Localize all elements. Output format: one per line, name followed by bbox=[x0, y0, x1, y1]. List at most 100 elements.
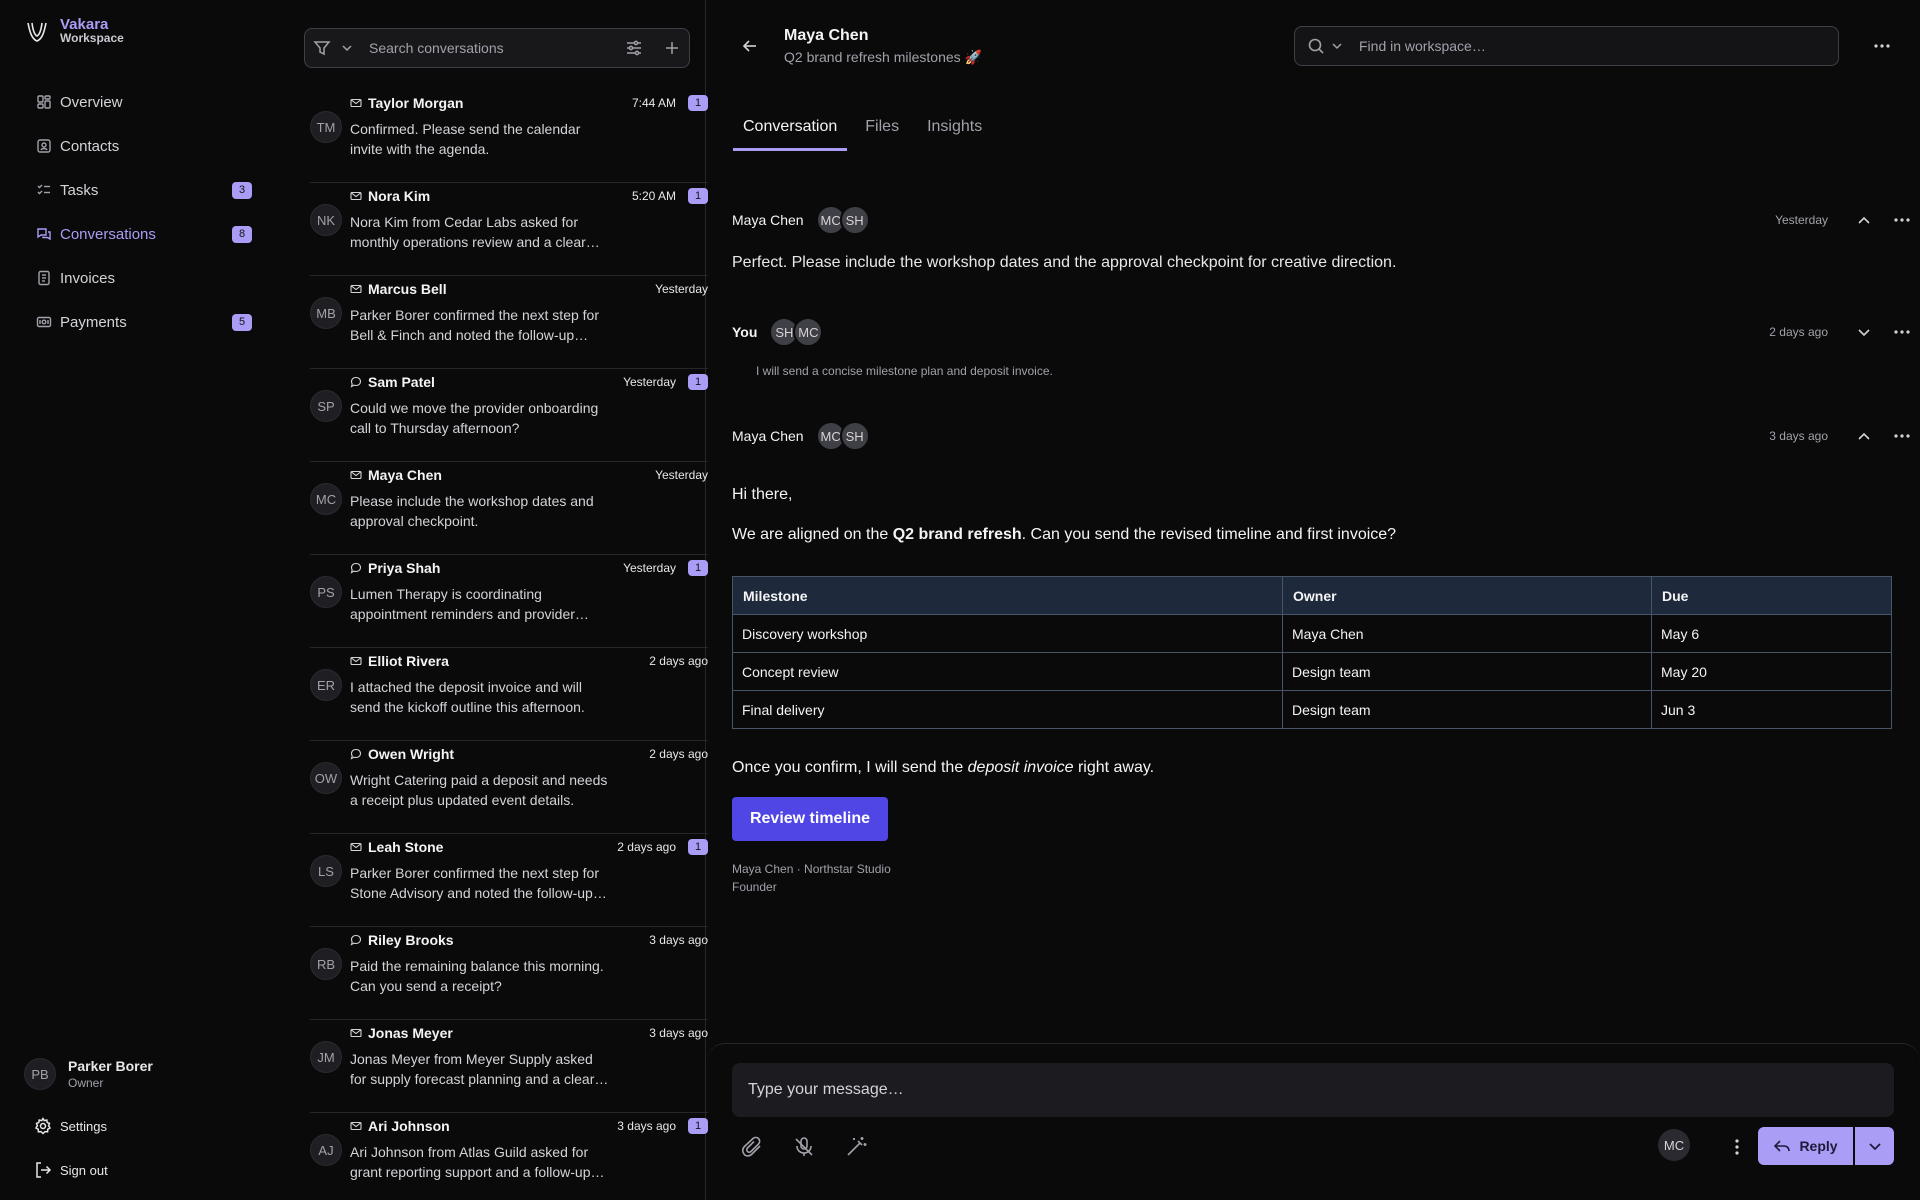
reply-options-button[interactable] bbox=[1855, 1127, 1894, 1165]
mic-off-icon[interactable] bbox=[792, 1135, 816, 1159]
message-text: Perfect. Please include the workshop dat… bbox=[732, 254, 1397, 271]
list-item[interactable]: RB Riley Brooks 3 days ago Paid the remaini… bbox=[310, 927, 708, 1020]
tasks-count-badge: 3 bbox=[232, 181, 252, 199]
thread-body: Sam Patel Yesterday 1 Could we move the pro… bbox=[350, 374, 708, 461]
sidebar-item-label: Invoices bbox=[60, 269, 116, 287]
sidebar-item-contacts[interactable]: Contacts bbox=[26, 124, 256, 168]
sidebar-item-overview[interactable]: Overview bbox=[26, 80, 256, 124]
thread-header: Riley Brooks 3 days ago bbox=[350, 932, 708, 948]
sidebar: Vakara Workspace Overview Contacts Tasks… bbox=[0, 0, 286, 1200]
sidebar-item-conversations[interactable]: Conversations 8 bbox=[26, 212, 256, 256]
chevron-down-icon[interactable] bbox=[341, 39, 353, 57]
user-role: Owner bbox=[68, 1076, 104, 1090]
more-options-icon[interactable] bbox=[1892, 322, 1912, 342]
table-header: Milestone bbox=[732, 576, 1283, 615]
magic-wand-icon[interactable] bbox=[844, 1135, 868, 1159]
more-options-icon[interactable] bbox=[1892, 210, 1912, 230]
avatar: OW bbox=[310, 762, 342, 794]
sidebar-item-payments[interactable]: Payments 5 bbox=[26, 300, 256, 344]
search-icon[interactable] bbox=[1307, 37, 1325, 55]
thread-preview: Lumen Therapy is coordinating appointmen… bbox=[350, 586, 575, 622]
more-options-icon[interactable] bbox=[1892, 426, 1912, 446]
participant-avatar: SH bbox=[839, 205, 870, 235]
thread-preview: Nora Kim from Cedar Labs asked for month… bbox=[350, 214, 586, 250]
sidebar-item-tasks[interactable]: Tasks 3 bbox=[26, 168, 256, 212]
list-item[interactable]: LS Leah Stone 2 days ago 1 Parker Borer conf… bbox=[310, 834, 708, 927]
sidebar-item-invoices[interactable]: Invoices bbox=[26, 256, 256, 300]
review-timeline-button[interactable]: Review timeline bbox=[732, 797, 888, 841]
sidebar-nav: Overview Contacts Tasks 3 Conversations … bbox=[26, 80, 256, 344]
more-options-icon[interactable] bbox=[1872, 36, 1892, 56]
paperclip-icon[interactable] bbox=[740, 1135, 764, 1159]
conversation-search-input[interactable] bbox=[369, 40, 619, 56]
list-item[interactable]: ER Elliot Rivera 2 days ago I attached the … bbox=[310, 648, 708, 741]
chevron-up-icon[interactable] bbox=[1854, 210, 1874, 230]
chevron-up-icon[interactable] bbox=[1854, 426, 1874, 446]
list-item[interactable]: PS Priya Shah Yesterday 1 Lumen Therapy is c… bbox=[310, 555, 708, 648]
list-item[interactable]: JM Jonas Meyer 3 days ago Jonas Meyer from … bbox=[310, 1020, 708, 1113]
more-vertical-icon[interactable] bbox=[1727, 1137, 1747, 1157]
list-item[interactable]: OW Owen Wright 2 days ago Wright Catering p… bbox=[310, 741, 708, 834]
list-item[interactable]: AJ Ari Johnson 3 days ago 1 Ari Johnson from… bbox=[310, 1113, 708, 1200]
avatar: LS bbox=[310, 855, 342, 887]
thread-body: Maya Chen Yesterday Please include the wor… bbox=[350, 467, 708, 554]
email-paragraph: We are aligned on the Q2 brand refresh. … bbox=[732, 526, 1397, 543]
avatar: AJ bbox=[310, 1134, 342, 1166]
thread-body: Leah Stone 2 days ago 1 Parker Borer confir… bbox=[350, 839, 708, 926]
list-item[interactable]: MB Marcus Bell Yesterday Parker Borer confi… bbox=[310, 276, 708, 369]
workspace-search-input[interactable] bbox=[1359, 38, 1826, 54]
composer: MC Reply bbox=[707, 1043, 1920, 1200]
list-item[interactable]: NK Nora Kim 5:20 AM 1 Nora Kim from Cedar La… bbox=[310, 183, 708, 276]
envelope-icon bbox=[350, 655, 362, 667]
list-item[interactable]: SP Sam Patel Yesterday 1 Could we move the p… bbox=[310, 369, 708, 462]
composer-avatar[interactable]: MC bbox=[1658, 1129, 1690, 1161]
contacts-icon bbox=[36, 138, 52, 154]
sign-out-link[interactable]: Sign out bbox=[34, 1161, 108, 1179]
plus-icon[interactable] bbox=[663, 39, 681, 57]
thread-preview: Jonas Meyer from Meyer Supply asked for … bbox=[350, 1051, 595, 1087]
conversation-title: Maya Chen bbox=[784, 27, 869, 44]
thread-sender: Riley Brooks bbox=[368, 932, 454, 948]
table-row: Discovery workshop Maya Chen May 6 bbox=[732, 614, 1892, 653]
settings-link[interactable]: Settings bbox=[34, 1117, 107, 1135]
avatar: MB bbox=[310, 297, 342, 329]
avatar: MC bbox=[310, 483, 342, 515]
thread-time: 3 days ago bbox=[649, 933, 708, 947]
tab-conversation[interactable]: Conversation bbox=[733, 108, 848, 151]
sliders-icon[interactable] bbox=[625, 39, 643, 57]
back-arrow-icon[interactable] bbox=[740, 36, 760, 56]
thread-body: Elliot Rivera 2 days ago I attached the de… bbox=[350, 653, 708, 740]
thread-time: Yesterday bbox=[655, 468, 708, 482]
envelope-icon bbox=[350, 190, 362, 202]
dashboard-icon bbox=[36, 94, 52, 110]
thread-header: Priya Shah Yesterday 1 bbox=[350, 560, 708, 576]
thread-body: Owen Wright 2 days ago Wright Catering pai… bbox=[350, 746, 708, 833]
table-cell: Concept review bbox=[732, 652, 1283, 691]
thread-preview: Wright Catering paid a deposit and needs… bbox=[350, 772, 608, 808]
thread-header: Sam Patel Yesterday 1 bbox=[350, 374, 708, 390]
payments-icon bbox=[36, 314, 52, 330]
brand[interactable]: Vakara Workspace bbox=[24, 17, 124, 45]
sign-out-icon bbox=[34, 1161, 52, 1179]
table-cell: Maya Chen bbox=[1282, 614, 1652, 653]
thread-header: Leah Stone 2 days ago 1 bbox=[350, 839, 708, 855]
list-item[interactable]: TM Taylor Morgan 7:44 AM 1 Confirmed. Please… bbox=[310, 90, 708, 183]
thread-preview: Confirmed. Please send the calendar invi… bbox=[350, 121, 581, 157]
chevron-down-icon[interactable] bbox=[1331, 37, 1343, 55]
sidebar-item-label: Payments bbox=[60, 313, 127, 331]
reply-button[interactable]: Reply bbox=[1758, 1127, 1853, 1165]
conversation-detail: Maya Chen Q2 brand refresh milestones 🚀 … bbox=[707, 0, 1920, 1200]
thread-body: Riley Brooks 3 days ago Paid the remaining… bbox=[350, 932, 708, 1019]
thread-header: Jonas Meyer 3 days ago bbox=[350, 1025, 708, 1041]
thread-sender: Priya Shah bbox=[368, 560, 441, 576]
signature-title: Founder bbox=[732, 880, 777, 894]
avatar: NK bbox=[310, 204, 342, 236]
filter-icon[interactable] bbox=[313, 39, 335, 57]
list-item[interactable]: MC Maya Chen Yesterday Please include the w… bbox=[310, 462, 708, 555]
message-input[interactable] bbox=[732, 1063, 1894, 1117]
current-user[interactable]: PB Parker Borer Owner bbox=[24, 1058, 153, 1090]
chevron-down-icon[interactable] bbox=[1854, 322, 1874, 342]
envelope-icon bbox=[350, 1120, 362, 1132]
tab-insights[interactable]: Insights bbox=[917, 108, 992, 151]
tab-files[interactable]: Files bbox=[855, 108, 909, 151]
